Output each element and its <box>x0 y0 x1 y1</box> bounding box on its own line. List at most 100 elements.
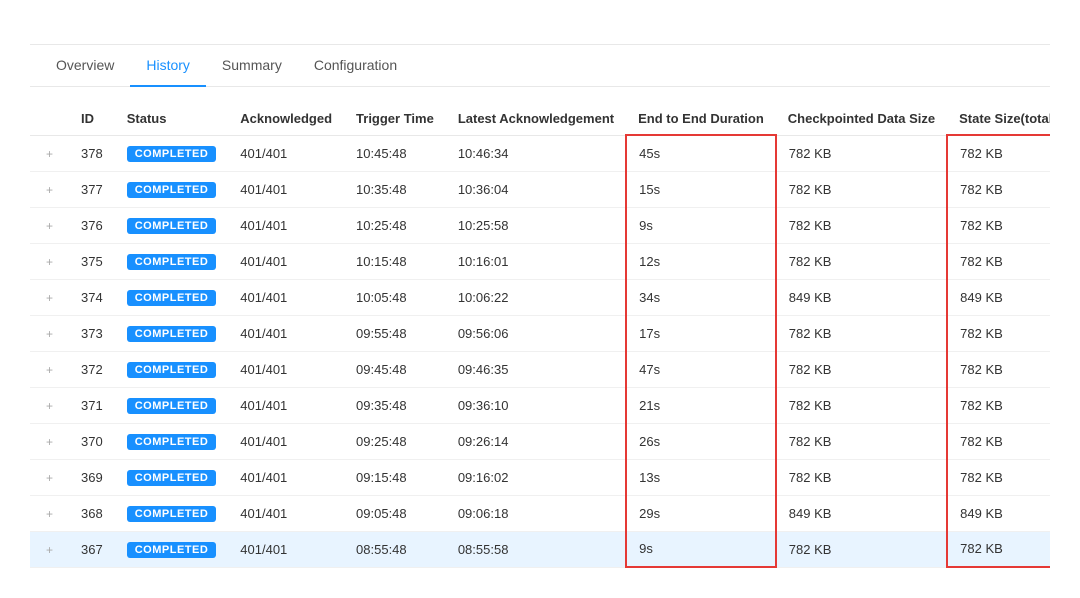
status-badge: COMPLETED <box>127 434 217 450</box>
cell-latest-ack: 09:36:10 <box>446 387 626 423</box>
table-row: + 372 COMPLETED 401/401 09:45:48 09:46:3… <box>30 351 1050 387</box>
expand-cell[interactable]: + <box>30 135 69 171</box>
col-trigger-time: Trigger Time <box>344 103 446 135</box>
expand-cell[interactable]: + <box>30 351 69 387</box>
expand-cell[interactable]: + <box>30 459 69 495</box>
expand-icon[interactable]: + <box>42 433 57 451</box>
cell-e2e-duration: 9s <box>626 531 776 567</box>
cell-e2e-duration: 12s <box>626 243 776 279</box>
cell-trigger-time: 08:55:48 <box>344 531 446 567</box>
status-badge: COMPLETED <box>127 542 217 558</box>
expand-cell[interactable]: + <box>30 207 69 243</box>
cell-trigger-time: 09:25:48 <box>344 423 446 459</box>
cell-acknowledged: 401/401 <box>228 171 344 207</box>
cell-state-size: 782 KB <box>947 243 1050 279</box>
table-row: + 368 COMPLETED 401/401 09:05:48 09:06:1… <box>30 495 1050 531</box>
expand-icon[interactable]: + <box>42 289 57 307</box>
cell-latest-ack: 10:46:34 <box>446 135 626 171</box>
cell-state-size: 782 KB <box>947 315 1050 351</box>
table-row: + 367 COMPLETED 401/401 08:55:48 08:55:5… <box>30 531 1050 567</box>
cell-state-size: 782 KB <box>947 171 1050 207</box>
cell-latest-ack: 10:16:01 <box>446 243 626 279</box>
cell-checkpointed: 782 KB <box>776 243 947 279</box>
cell-e2e-duration: 34s <box>626 279 776 315</box>
expand-icon[interactable]: + <box>42 325 57 343</box>
table-row: + 378 COMPLETED 401/401 10:45:48 10:46:3… <box>30 135 1050 171</box>
tab-configuration[interactable]: Configuration <box>298 45 413 87</box>
cell-trigger-time: 10:15:48 <box>344 243 446 279</box>
cell-checkpointed: 782 KB <box>776 423 947 459</box>
cell-trigger-time: 10:05:48 <box>344 279 446 315</box>
col-status: Status <box>115 103 229 135</box>
cell-trigger-time: 09:55:48 <box>344 315 446 351</box>
expand-cell[interactable]: + <box>30 423 69 459</box>
cell-checkpointed: 782 KB <box>776 315 947 351</box>
cell-status: COMPLETED <box>115 351 229 387</box>
cell-id: 374 <box>69 279 115 315</box>
expand-icon[interactable]: + <box>42 397 57 415</box>
expand-icon[interactable]: + <box>42 361 57 379</box>
page-title <box>30 0 1050 44</box>
cell-status: COMPLETED <box>115 459 229 495</box>
cell-status: COMPLETED <box>115 135 229 171</box>
expand-icon[interactable]: + <box>42 469 57 487</box>
cell-acknowledged: 401/401 <box>228 315 344 351</box>
cell-checkpointed: 849 KB <box>776 279 947 315</box>
table-row: + 370 COMPLETED 401/401 09:25:48 09:26:1… <box>30 423 1050 459</box>
cell-trigger-time: 09:35:48 <box>344 387 446 423</box>
cell-acknowledged: 401/401 <box>228 495 344 531</box>
cell-trigger-time: 10:45:48 <box>344 135 446 171</box>
cell-id: 369 <box>69 459 115 495</box>
cell-trigger-time: 09:45:48 <box>344 351 446 387</box>
cell-state-size: 849 KB <box>947 279 1050 315</box>
cell-latest-ack: 09:06:18 <box>446 495 626 531</box>
cell-latest-ack: 09:56:06 <box>446 315 626 351</box>
table-row: + 376 COMPLETED 401/401 10:25:48 10:25:5… <box>30 207 1050 243</box>
cell-status: COMPLETED <box>115 315 229 351</box>
cell-acknowledged: 401/401 <box>228 531 344 567</box>
status-badge: COMPLETED <box>127 470 217 486</box>
cell-id: 378 <box>69 135 115 171</box>
col-latest-ack: Latest Acknowledgement <box>446 103 626 135</box>
tab-bar: Overview History Summary Configuration <box>30 45 1050 87</box>
status-badge: COMPLETED <box>127 362 217 378</box>
cell-state-size: 849 KB <box>947 495 1050 531</box>
status-badge: COMPLETED <box>127 218 217 234</box>
table-header-row: ID Status Acknowledged Trigger Time Late… <box>30 103 1050 135</box>
col-expand <box>30 103 69 135</box>
cell-checkpointed: 782 KB <box>776 387 947 423</box>
cell-acknowledged: 401/401 <box>228 279 344 315</box>
expand-cell[interactable]: + <box>30 243 69 279</box>
expand-icon[interactable]: + <box>42 181 57 199</box>
cell-id: 376 <box>69 207 115 243</box>
cell-acknowledged: 401/401 <box>228 243 344 279</box>
expand-cell[interactable]: + <box>30 387 69 423</box>
tab-history[interactable]: History <box>130 45 206 87</box>
cell-acknowledged: 401/401 <box>228 351 344 387</box>
expand-icon[interactable]: + <box>42 217 57 235</box>
table-row: + 373 COMPLETED 401/401 09:55:48 09:56:0… <box>30 315 1050 351</box>
cell-id: 372 <box>69 351 115 387</box>
col-checkpointed: Checkpointed Data Size <box>776 103 947 135</box>
cell-status: COMPLETED <box>115 387 229 423</box>
expand-cell[interactable]: + <box>30 495 69 531</box>
status-badge: COMPLETED <box>127 146 217 162</box>
expand-cell[interactable]: + <box>30 279 69 315</box>
expand-icon[interactable]: + <box>42 505 57 523</box>
cell-state-size: 782 KB <box>947 351 1050 387</box>
expand-icon[interactable]: + <box>42 541 57 559</box>
tab-summary[interactable]: Summary <box>206 45 298 87</box>
expand-icon[interactable]: + <box>42 253 57 271</box>
cell-status: COMPLETED <box>115 423 229 459</box>
table-row: + 377 COMPLETED 401/401 10:35:48 10:36:0… <box>30 171 1050 207</box>
cell-trigger-time: 10:25:48 <box>344 207 446 243</box>
cell-acknowledged: 401/401 <box>228 459 344 495</box>
cell-acknowledged: 401/401 <box>228 423 344 459</box>
cell-checkpointed: 782 KB <box>776 135 947 171</box>
expand-cell[interactable]: + <box>30 531 69 567</box>
expand-cell[interactable]: + <box>30 171 69 207</box>
tab-overview[interactable]: Overview <box>40 45 130 87</box>
cell-id: 370 <box>69 423 115 459</box>
expand-icon[interactable]: + <box>42 145 57 163</box>
expand-cell[interactable]: + <box>30 315 69 351</box>
